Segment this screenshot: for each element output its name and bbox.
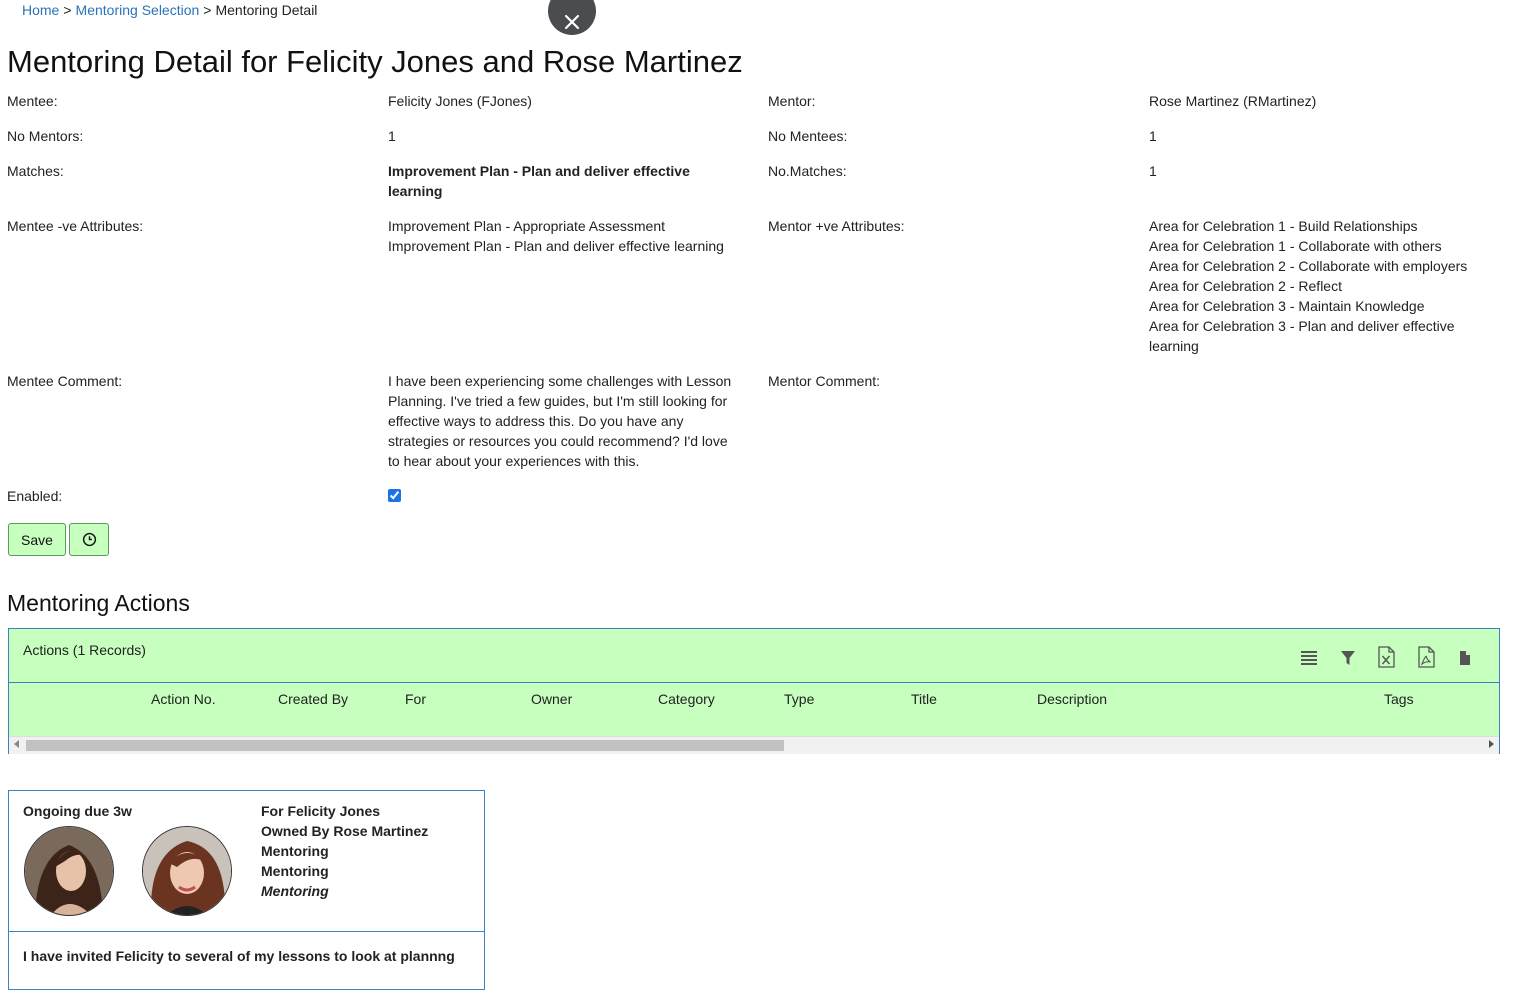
export-file-icon[interactable] [1456,646,1474,668]
close-icon [564,14,580,30]
scrollbar-thumb[interactable] [26,740,784,751]
mentor-attribute-item: Area for Celebration 1 - Collaborate wit… [1149,238,1442,254]
card-owned-by: Owned By Rose Martinez [261,823,429,839]
grid-toolbar: Actions (1 Records) [9,629,1499,683]
mentor-attributes-label: Mentor +ve Attributes: [768,218,905,234]
matches-value: Improvement Plan - Plan and deliver effe… [388,161,690,201]
mentor-avatar [142,826,232,916]
filter-icon[interactable] [1339,646,1357,668]
column-chooser-icon[interactable] [1300,646,1318,668]
column-header-action-no[interactable]: Action No. [151,691,216,707]
mentor-attribute-item: learning [1149,338,1199,354]
actions-grid: Actions (1 Records) Action No. Created B… [8,628,1500,754]
mentor-attribute-item: Area for Celebration 2 - Reflect [1149,278,1342,294]
column-header-type[interactable]: Type [784,691,814,707]
history-button[interactable] [69,523,109,556]
export-pdf-icon[interactable] [1417,646,1435,668]
action-card[interactable]: Ongoing due 3w For Felicity Jones Owned … [8,790,485,990]
mentee-attribute-item: Improvement Plan - Appropriate Assessmen… [388,218,666,234]
mentor-attribute-item: Area for Celebration 2 - Collaborate wit… [1149,258,1468,274]
breadcrumb-selection-link[interactable]: Mentoring Selection [76,2,200,18]
comment-line: Planning. I've tried a few guides, but I… [388,393,728,409]
column-header-created-by[interactable]: Created By [278,691,348,707]
mentor-attribute-item: Area for Celebration 3 - Maintain Knowle… [1149,298,1425,314]
no-mentees-label: No Mentees: [768,128,848,144]
mentee-attributes-label: Mentee -ve Attributes: [7,218,144,234]
close-button[interactable] [548,0,596,35]
breadcrumb-home-link[interactable]: Home [22,2,59,18]
grid-caption: Actions (1 Records) [23,642,146,658]
column-header-owner[interactable]: Owner [531,691,572,707]
card-status: Ongoing due 3w [23,803,132,819]
comment-line: effective ways to address this. Do you h… [388,413,684,429]
mentee-attributes-list: Improvement Plan - Appropriate Assessmen… [388,216,724,256]
matches-label: Matches: [7,163,64,179]
matches-line: Improvement Plan - Plan and deliver effe… [388,163,690,179]
column-header-category[interactable]: Category [658,691,715,707]
mentee-value: Felicity Jones (FJones) [388,93,532,109]
page-title: Mentoring Detail for Felicity Jones and … [7,44,743,79]
mentee-label: Mentee: [7,93,58,109]
column-header-title[interactable]: Title [911,691,937,707]
mentor-label: Mentor: [768,93,816,109]
card-details: For Felicity Jones Owned By Rose Martine… [261,801,428,901]
mentor-value: Rose Martinez (RMartinez) [1149,93,1317,109]
matches-line: learning [388,183,443,199]
no-matches-label: No.Matches: [768,163,847,179]
no-matches-value: 1 [1149,163,1157,179]
mentor-comment-label: Mentor Comment: [768,373,881,389]
enabled-checkbox[interactable] [388,489,401,502]
card-title: Mentoring [261,883,329,899]
no-mentors-value: 1 [388,128,396,144]
card-for: For Felicity Jones [261,803,381,819]
mentor-attributes-list: Area for Celebration 1 - Build Relations… [1149,216,1467,356]
comment-line: strategies or resources you could recomm… [388,433,728,449]
column-header-tags[interactable]: Tags [1384,691,1414,707]
breadcrumb: Home > Mentoring Selection > Mentoring Detai… [22,2,317,18]
card-category: Mentoring [261,843,329,859]
enabled-label: Enabled: [7,488,63,504]
horizontal-scrollbar[interactable] [9,736,1499,754]
breadcrumb-current: Mentoring Detail [215,2,318,18]
export-excel-icon[interactable] [1377,646,1395,668]
mentee-attribute-item: Improvement Plan - Plan and deliver effe… [388,238,724,254]
scroll-right-icon[interactable] [1489,740,1494,748]
save-button[interactable]: Save [8,523,66,556]
comment-line: I have been experiencing some challenges… [388,373,732,389]
scroll-left-icon[interactable] [14,740,19,748]
mentor-attribute-item: Area for Celebration 1 - Build Relations… [1149,218,1418,234]
card-type: Mentoring [261,863,329,879]
card-divider [9,931,484,932]
no-mentors-label: No Mentors: [7,128,84,144]
mentor-attribute-item: Area for Celebration 3 - Plan and delive… [1149,318,1455,334]
breadcrumb-separator: > [203,2,212,18]
column-header-for[interactable]: For [405,691,426,707]
breadcrumb-separator: > [63,2,72,18]
comment-line: to hear about your experiences with this… [388,453,640,469]
card-description: I have invited Felicity to several of my… [23,948,455,964]
section-title: Mentoring Actions [7,590,190,616]
mentee-comment-text: I have been experiencing some challenges… [388,371,731,471]
mentee-comment-label: Mentee Comment: [7,373,123,389]
mentee-avatar [24,826,114,916]
no-mentees-value: 1 [1149,128,1157,144]
column-header-description[interactable]: Description [1037,691,1107,707]
clock-icon [82,532,96,547]
